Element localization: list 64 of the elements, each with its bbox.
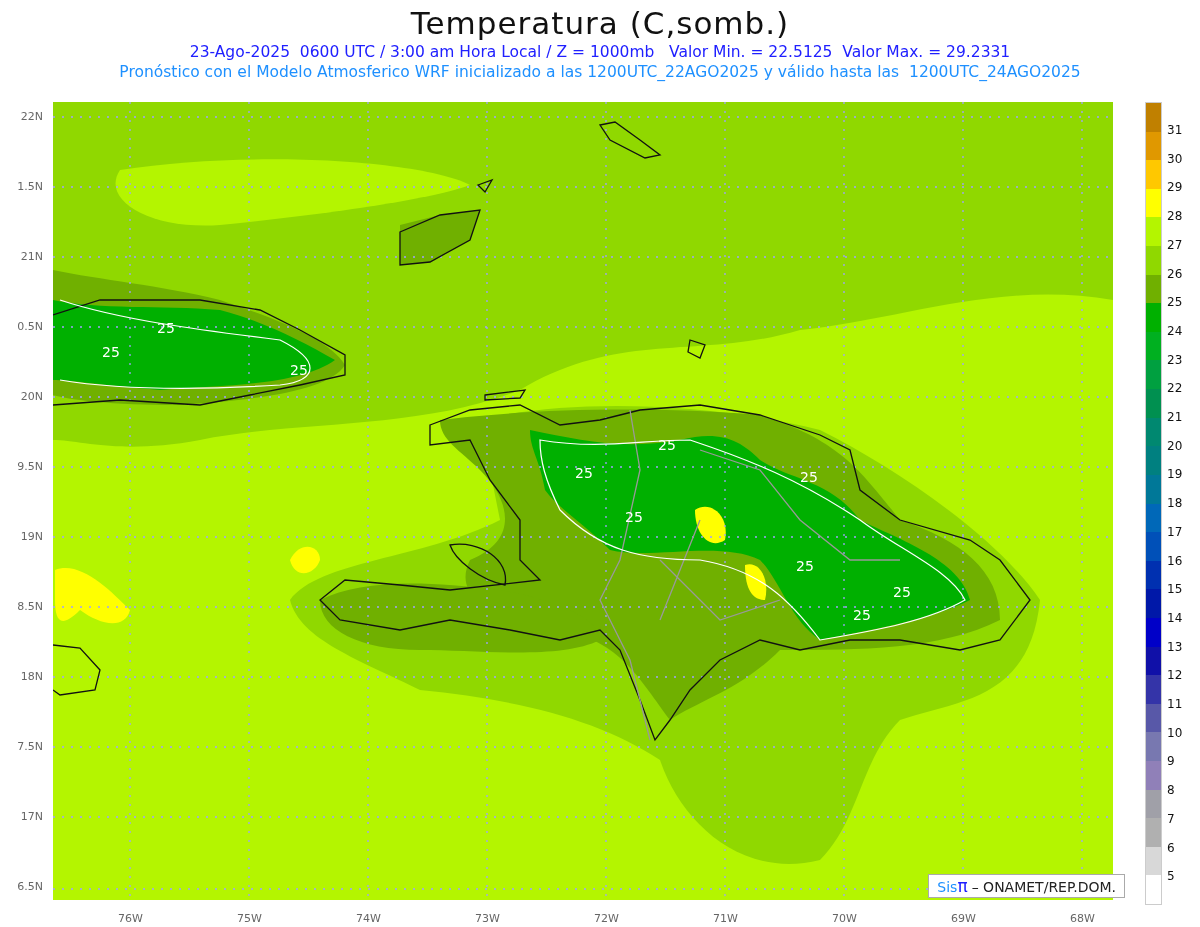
color-scale-label: 14 [1167,609,1183,627]
color-scale-label: 25 [1167,294,1183,312]
color-scale-label: 17 [1167,523,1183,541]
logo-text: Sis [937,879,958,895]
color-scale-label: 13 [1167,638,1183,656]
latitude-label: 8.5N [16,599,44,615]
contour-label: 25 [800,469,818,485]
color-scale-label: 12 [1167,667,1183,685]
longitude-label: 76W [117,911,144,925]
color-scale-label: 9 [1167,753,1176,771]
color-scale-label: 31 [1167,122,1183,139]
latitude-label: 0.5N [16,319,44,335]
color-scale-label: 23 [1167,351,1183,369]
color-scale-label: 27 [1167,236,1183,254]
longitude-label: 71W [712,911,739,925]
color-scale-label: 19 [1167,466,1183,484]
color-scale-label: 29 [1167,179,1183,197]
contour-label: 25 [796,558,814,574]
contour-label: 25 [157,320,175,336]
latitude-label: 7.5N [16,739,44,755]
contour-label: 25 [658,437,676,453]
color-scale-label: 26 [1167,265,1183,283]
latitude-label: 21N [19,249,44,265]
contour-label: 25 [625,509,643,525]
color-scale-label: 28 [1167,208,1183,226]
color-scale-label: 10 [1167,724,1183,742]
contour-label: 25 [102,344,120,360]
color-scale-label: 5 [1167,868,1176,886]
color-scale-label: 21 [1167,409,1183,427]
contour-label: 25 [290,362,308,378]
latitude-label: 1.5N [16,179,44,195]
longitude-label: 75W [236,911,263,925]
contour-label: 25 [575,465,593,481]
longitude-label: 73W [474,911,501,925]
subtitle-line: Pronóstico con el Modelo Atmosferico WRF inicializado a las 1200UTC_22AGO2025 y válido hasta las 1200UTC_24AGO2025 [119,62,1081,82]
color-scale-label: 22 [1167,380,1183,398]
color-scale-label: 7 [1167,810,1176,828]
color-scale-label: 20 [1167,437,1183,455]
logo-symbol: π [957,876,968,896]
color-scale-label: 30 [1167,150,1183,168]
contour-label: 25 [853,607,871,623]
latitude-label: 18N [19,669,44,685]
credit-text: – ONAMET/REP.DOM. [971,879,1116,895]
color-scale-label: 8 [1167,782,1176,800]
latitude-label: 19N [19,529,44,545]
color-scale-label: 16 [1167,552,1183,570]
longitude-label: 69W [950,911,977,925]
color-scale-label: 24 [1167,322,1183,340]
contour-label: 25 [893,584,911,600]
color-scale-label: 11 [1167,696,1183,714]
latitude-label: 9.5N [16,459,44,475]
color-scale-label: 18 [1167,495,1183,513]
longitude-label: 74W [355,911,382,925]
latitude-label: 17N [19,809,44,825]
longitude-label: 68W [1069,911,1096,925]
longitude-label: 72W [593,911,620,925]
latitude-label: 6.5N [16,879,44,895]
subtitle-line: 23-Ago-2025 0600 UTC / 3:00 am Hora Local / Z = 1000mb Valor Min. = 22.5125 Valor Max. = 29.2331 [189,42,1011,62]
map-title: Temperatura (C,somb.) [410,4,790,42]
longitude-label: 70W [831,911,858,925]
color-scale-label: 6 [1167,839,1176,857]
latitude-label: 20N [19,389,44,405]
latitude-label: 22N [19,109,44,125]
color-scale-label: 15 [1167,581,1183,599]
